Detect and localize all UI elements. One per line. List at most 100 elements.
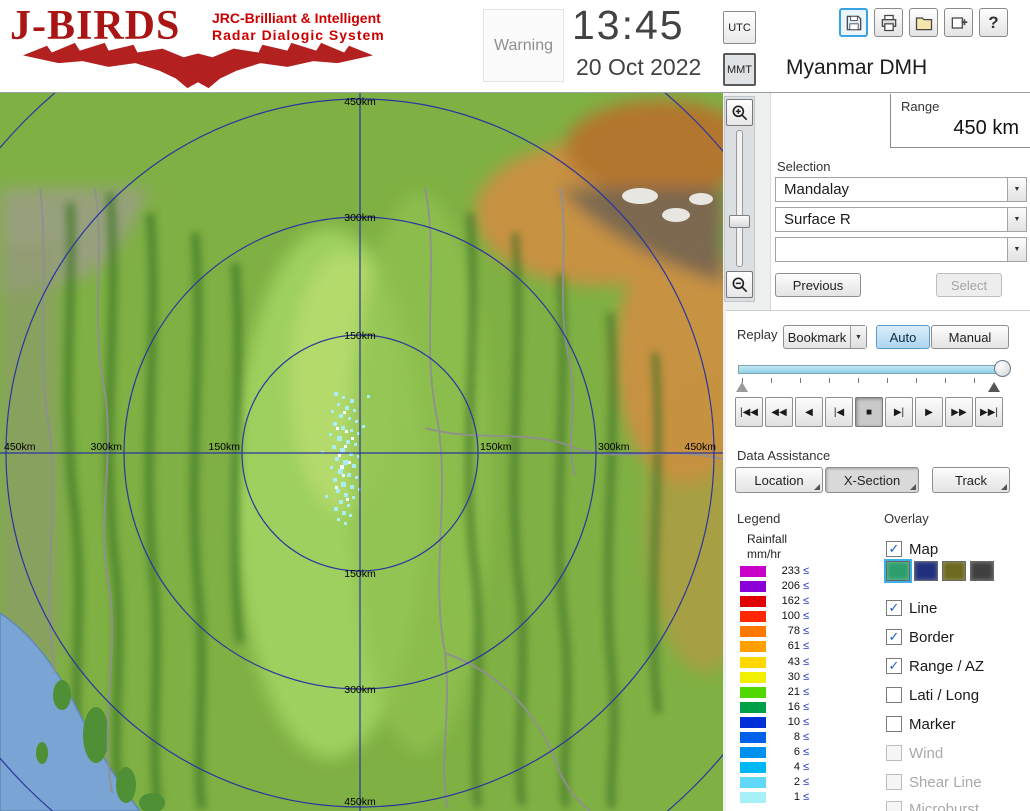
overlay-item-map[interactable]: ✓ Map [886, 539, 938, 559]
auto-button[interactable]: Auto [876, 325, 930, 349]
print-button[interactable] [874, 8, 903, 37]
header: J-BIRDS JRC-Brilliant & Intelligent Rada… [0, 0, 1030, 93]
mmt-button[interactable]: MMT [723, 53, 756, 86]
legend-color-swatch [740, 611, 766, 623]
legend-value: 10 [787, 715, 800, 728]
timeline-track[interactable] [738, 365, 1004, 374]
range-label-300-left: 300km [90, 441, 122, 453]
timeline-end-marker[interactable] [988, 382, 1000, 392]
toolbar: ? [839, 8, 1008, 37]
microburst-checkbox [886, 801, 902, 811]
legend-row: 61 ≤ [740, 640, 860, 653]
legend-row: 16 ≤ [740, 701, 860, 713]
legend-color-swatch [740, 792, 766, 804]
legend-row: 4 ≤ [740, 762, 860, 774]
overlay-item-marker[interactable]: Marker [886, 714, 956, 734]
skip-end-button[interactable]: ▶▶| [975, 397, 1003, 427]
legend-color-swatch [740, 641, 766, 653]
logo-tagline-top: JRC-Brilliant & Intelligent [212, 10, 381, 26]
station-title: Myanmar DMH [786, 56, 928, 79]
legend-value: 1 [793, 791, 800, 804]
legend-row: 1 ≤ [740, 791, 860, 804]
overlay-item-label: Map [909, 540, 939, 558]
play-reverse-button[interactable]: ◀ [795, 397, 823, 427]
chevron-down-icon[interactable]: ▼ [1007, 178, 1026, 201]
rainfall-legend: 233 ≤ 206 ≤ 162 ≤ 100 ≤ 78 ≤ 61 ≤ 43 ≤ 30 ≤ 21 ≤ … [740, 566, 860, 808]
save-button[interactable] [839, 8, 868, 37]
xsection-button[interactable]: X-Section [825, 467, 919, 493]
step-forward-button[interactable]: ▶| [885, 397, 913, 427]
step-back-button[interactable]: |◀ [825, 397, 853, 427]
skip-start-button[interactable]: |◀◀ [735, 397, 763, 427]
timeline-thumb[interactable] [994, 360, 1011, 377]
option-dropdown[interactable]: ▼ [775, 237, 1027, 262]
legend-row: 78 ≤ [740, 626, 860, 638]
legend-lte: ≤ [803, 580, 810, 593]
chevron-down-icon[interactable]: ▼ [850, 326, 866, 348]
overlay-label: Overlay [884, 511, 929, 526]
track-button[interactable]: Track [932, 467, 1010, 493]
legend-lte: ≤ [803, 715, 810, 728]
select-button[interactable]: Select [936, 273, 1002, 297]
map-style-swatch-green[interactable] [884, 559, 912, 583]
legend-value: 233 [781, 565, 800, 577]
timeline-start-marker[interactable] [736, 382, 748, 392]
legend-value: 162 [781, 595, 800, 608]
border-checkbox[interactable]: ✓ [886, 629, 902, 645]
legend-row: 6 ≤ [740, 746, 860, 759]
overlay-item-border[interactable]: ✓ Border [886, 627, 954, 647]
map-style-swatch-gray[interactable] [970, 561, 994, 581]
map-style-swatch-navy[interactable] [914, 561, 938, 581]
legend-value: 6 [793, 746, 800, 759]
lati-long-checkbox[interactable] [886, 687, 902, 703]
range-az-checkbox[interactable]: ✓ [886, 658, 902, 674]
legend-color-swatch [740, 762, 766, 774]
legend-color-swatch [740, 732, 766, 744]
export-button[interactable] [944, 8, 973, 37]
legend-color-swatch [740, 596, 766, 608]
zoom-slider-track[interactable] [736, 130, 743, 267]
legend-value: 2 [793, 776, 800, 789]
zoom-in-button[interactable] [726, 99, 753, 126]
warning-button[interactable]: Warning [483, 9, 564, 82]
open-button[interactable] [909, 8, 938, 37]
site-dropdown-value: Mandalay [784, 181, 850, 198]
chevron-down-icon[interactable]: ▼ [1007, 238, 1026, 261]
legend-color-swatch [740, 566, 766, 577]
fast-forward-button[interactable]: ▶▶ [945, 397, 973, 427]
fast-rewind-button[interactable]: ◀◀ [765, 397, 793, 427]
range-label-300-right: 300km [598, 441, 630, 453]
overlay-item-line[interactable]: ✓ Line [886, 598, 937, 618]
location-button[interactable]: Location [735, 467, 823, 493]
map-style-swatch-olive[interactable] [942, 561, 966, 581]
utc-button[interactable]: UTC [723, 11, 756, 44]
manual-button[interactable]: Manual [931, 325, 1009, 349]
legend-lte: ≤ [803, 640, 810, 653]
overlay-item-range-az[interactable]: ✓ Range / AZ [886, 656, 984, 676]
legend-color-swatch [740, 716, 766, 728]
product-dropdown[interactable]: Surface R ▼ [775, 207, 1027, 232]
legend-row: 2 ≤ [740, 776, 860, 789]
range-label-150-bottom: 150km [344, 568, 376, 580]
play-button[interactable]: ▶ [915, 397, 943, 427]
bookmark-button[interactable]: Bookmark ▼ [783, 325, 867, 349]
zoom-out-button[interactable] [726, 271, 753, 298]
previous-button[interactable]: Previous [775, 273, 861, 297]
zoom-slider-thumb[interactable] [729, 215, 750, 228]
legend-value: 43 [787, 655, 800, 668]
stop-button[interactable]: ■ [855, 397, 883, 427]
help-button[interactable]: ? [979, 8, 1008, 37]
chevron-down-icon[interactable]: ▼ [1007, 208, 1026, 231]
line-checkbox[interactable]: ✓ [886, 600, 902, 616]
overlay-item-wind: Wind [886, 743, 943, 763]
map-checkbox[interactable]: ✓ [886, 541, 902, 557]
legend-row: 233 ≤ [740, 566, 860, 577]
overlay-item-lati-long[interactable]: Lati / Long [886, 685, 979, 705]
legend-row: 206 ≤ [740, 580, 860, 593]
radar-map[interactable]: 450km 300km 150km 150km 300km 450km 450k… [0, 93, 723, 811]
transport-controls: |◀◀ ◀◀ ◀ |◀ ■ ▶| ▶ ▶▶ ▶▶| [735, 397, 1003, 427]
site-dropdown[interactable]: Mandalay ▼ [775, 177, 1027, 202]
marker-checkbox[interactable] [886, 716, 902, 732]
overlay-item-label: Shear Line [909, 773, 982, 791]
export-icon [951, 16, 967, 29]
